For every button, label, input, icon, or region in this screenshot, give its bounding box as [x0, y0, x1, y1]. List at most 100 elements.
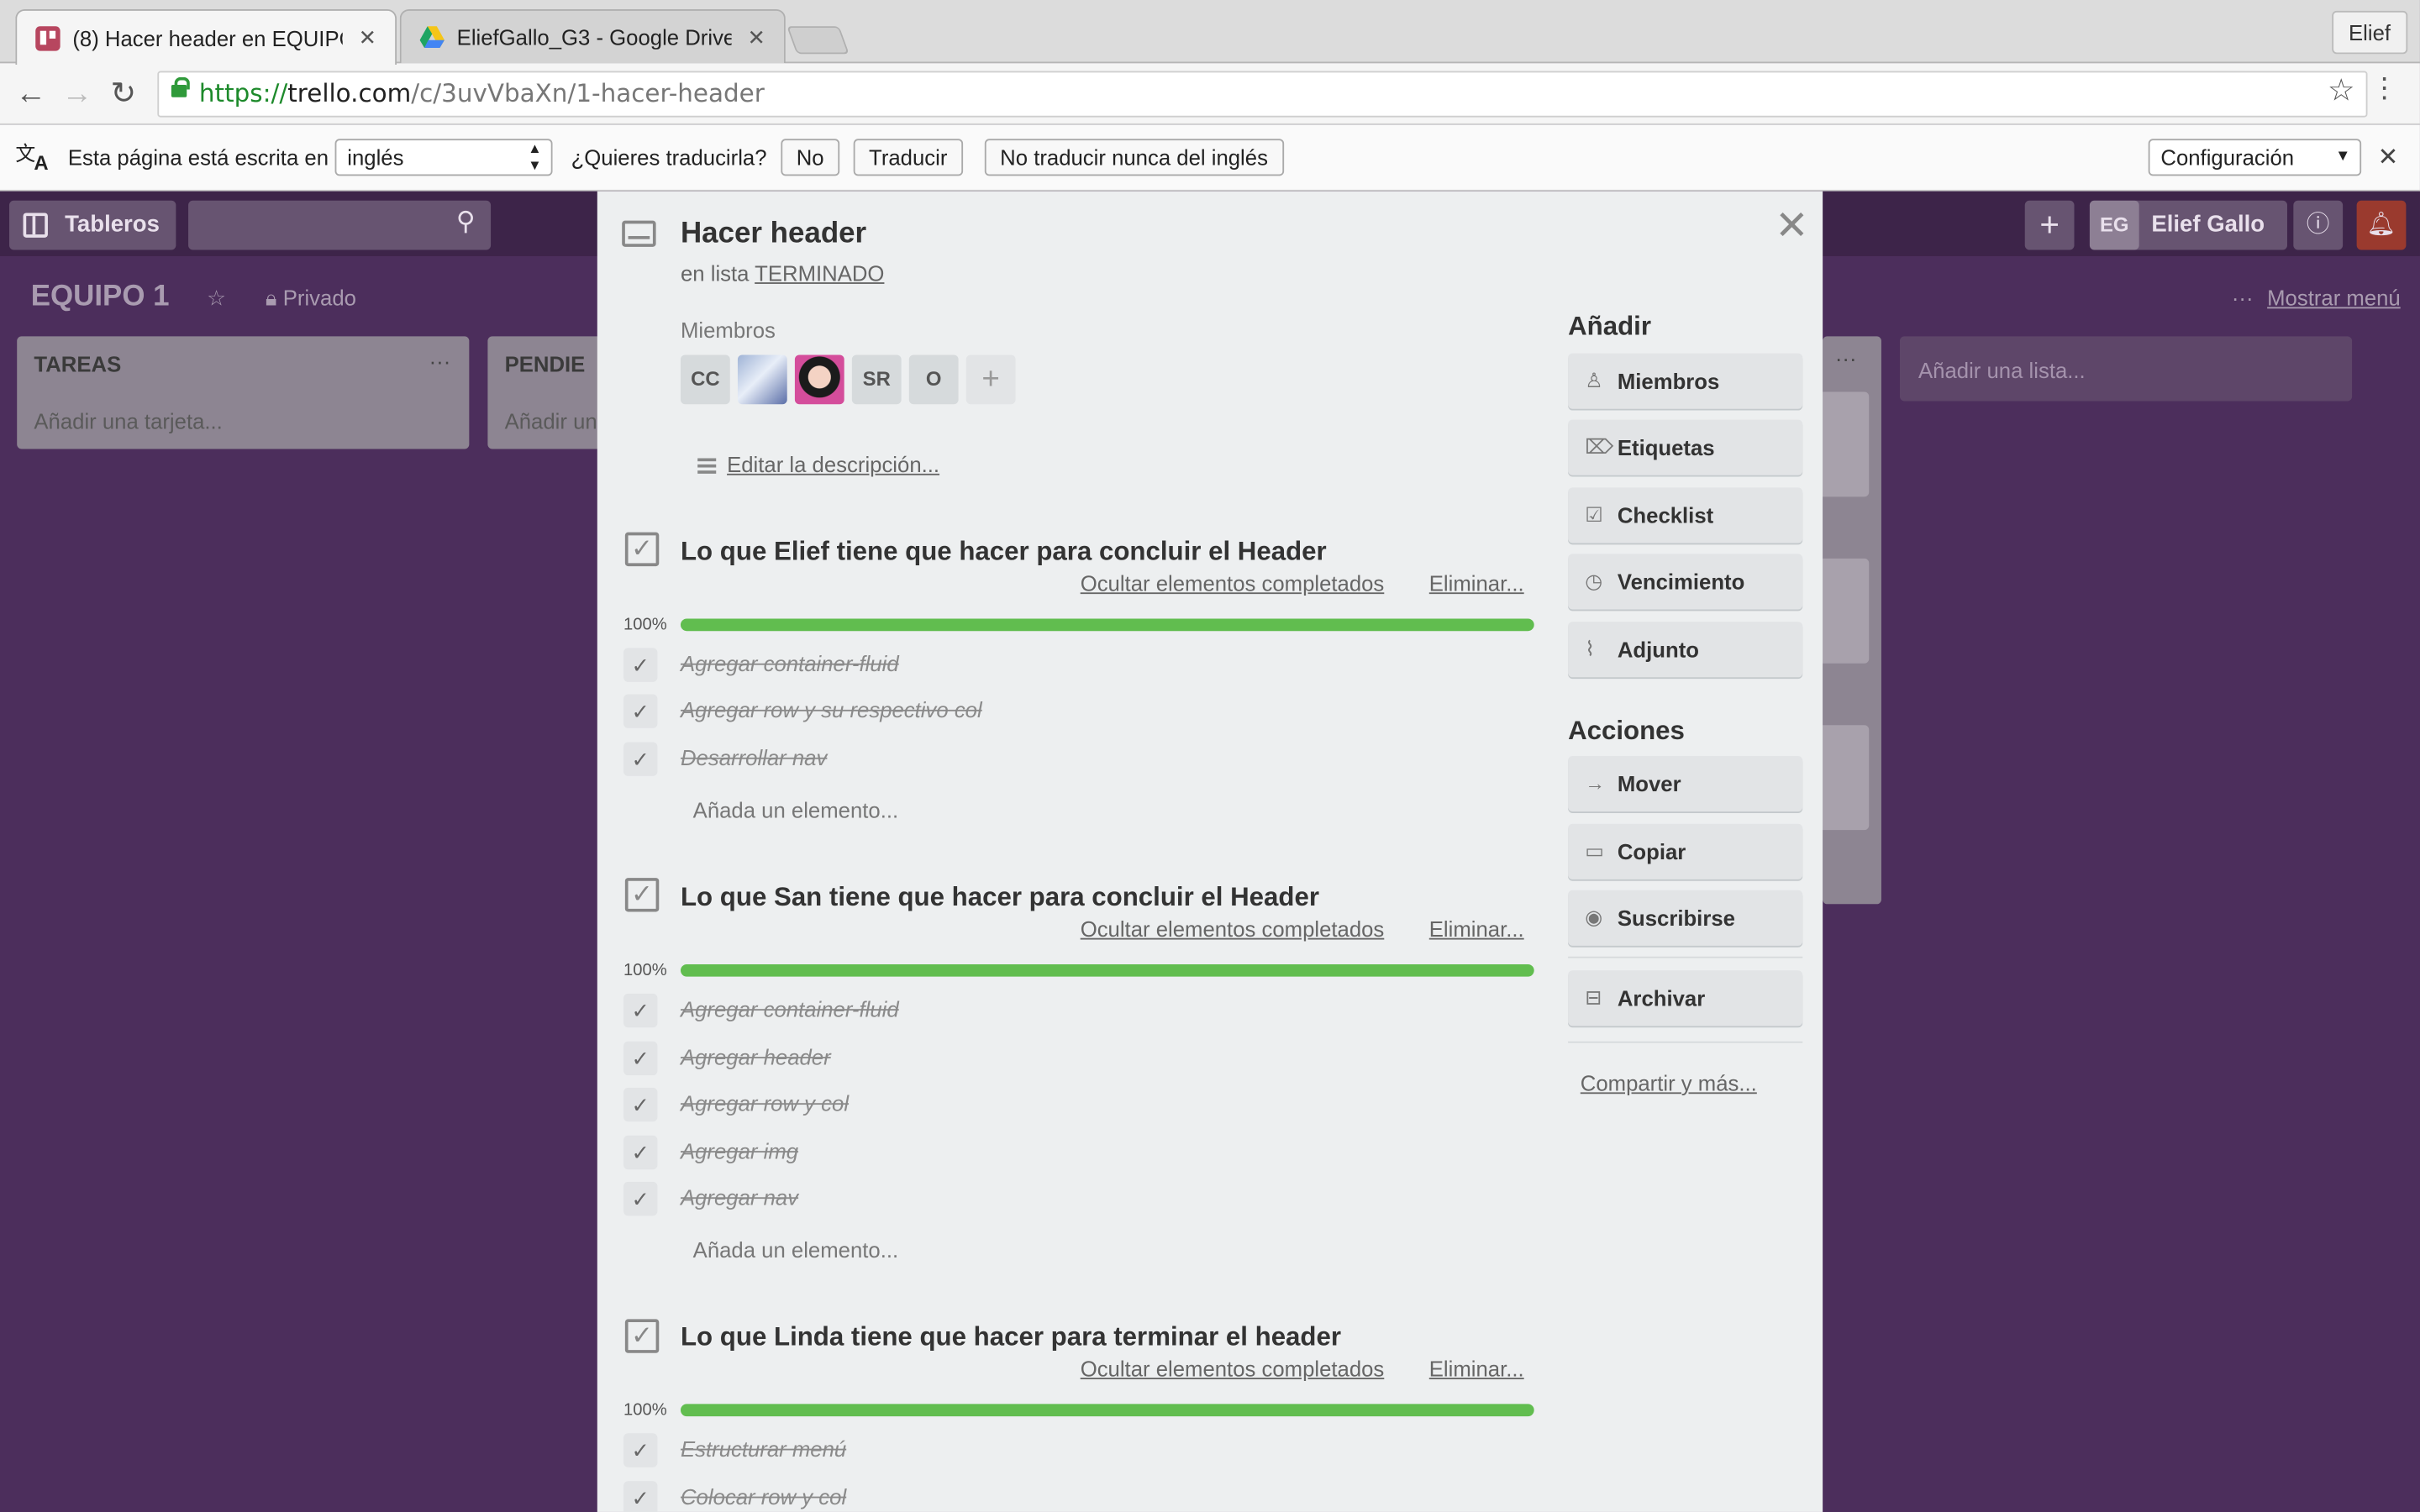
- checklist-item[interactable]: ✓ Agregar nav: [623, 1179, 1534, 1219]
- info-icon[interactable]: ⓘ: [2293, 200, 2344, 250]
- copy-button[interactable]: ▭ Copiar: [1568, 823, 1803, 879]
- clock-icon: ◷: [1585, 569, 1603, 593]
- board-search-input[interactable]: ⚲: [188, 200, 492, 250]
- checklist-title[interactable]: Lo que Elief tiene que hacer para conclu…: [681, 537, 1327, 568]
- due-date-button[interactable]: ◷ Vencimiento: [1568, 554, 1803, 610]
- url-path: /c/3uvVbaXn/1-hacer-header: [411, 78, 765, 108]
- list-menu-icon[interactable]: ···: [1835, 345, 1857, 370]
- board-title[interactable]: EQUIPO 1: [31, 281, 170, 314]
- checklist-item[interactable]: ✓ Colocar row y col: [623, 1478, 1534, 1512]
- checkbox-checked-icon[interactable]: ✓: [623, 1087, 658, 1122]
- member-avatar-photo[interactable]: [794, 354, 844, 405]
- tab-title: (8) Hacer header en EQUIPO 1: [72, 25, 343, 50]
- card-title[interactable]: Hacer header: [681, 218, 866, 251]
- checkbox-icon: ☑: [1585, 502, 1603, 527]
- user-menu-button[interactable]: EG Elief Gallo: [2089, 200, 2287, 250]
- browser-menu-icon[interactable]: ⋮: [2370, 72, 2398, 105]
- show-menu-link[interactable]: Mostrar menú: [2267, 286, 2401, 310]
- labels-button[interactable]: ⌦ Etiquetas: [1568, 419, 1803, 475]
- card-partial[interactable]: [1823, 558, 1870, 664]
- list-name-link[interactable]: TERMINADO: [755, 260, 884, 285]
- delete-checklist-link[interactable]: Eliminar...: [1429, 571, 1524, 596]
- move-button[interactable]: → Mover: [1568, 755, 1803, 812]
- member-avatar[interactable]: O: [908, 354, 959, 405]
- checklist-item[interactable]: ✓ Agregar row y col: [623, 1084, 1534, 1125]
- member-avatar[interactable]: SR: [851, 354, 902, 405]
- item-text: Agregar img: [680, 1138, 799, 1163]
- member-avatar[interactable]: CC: [680, 354, 730, 405]
- reload-icon[interactable]: ↻: [105, 76, 142, 113]
- card-partial[interactable]: [1823, 725, 1870, 831]
- checklist-item[interactable]: ✓ Agregar container-fluid: [623, 990, 1534, 1031]
- language-select[interactable]: inglés ▲ ▼: [334, 139, 553, 176]
- never-translate-button[interactable]: No traducir nunca del inglés: [984, 139, 1284, 176]
- checkbox-checked-icon[interactable]: ✓: [623, 1041, 658, 1076]
- boards-label: Tableros: [65, 211, 160, 238]
- visibility-button[interactable]: 🔒︎ Privado: [266, 286, 356, 312]
- add-item-link[interactable]: Añada un elemento...: [693, 798, 898, 822]
- add-card-link[interactable]: Añadir un: [505, 409, 597, 433]
- back-arrow-icon[interactable]: ←: [13, 76, 50, 113]
- item-text: Desarrollar nav: [680, 745, 828, 770]
- members-button[interactable]: ♙ Miembros: [1568, 353, 1803, 409]
- list-menu-icon[interactable]: ···: [429, 349, 451, 373]
- checklist-button[interactable]: ☑ Checklist: [1568, 487, 1803, 543]
- checklist-item[interactable]: ✓ Agregar img: [623, 1132, 1534, 1173]
- delete-checklist-link[interactable]: Eliminar...: [1429, 916, 1524, 941]
- hide-completed-link[interactable]: Ocultar elementos completados: [1081, 571, 1385, 596]
- checklist-item[interactable]: ✓ Agregar row y su respectivo col: [623, 691, 1534, 732]
- checklist-title[interactable]: Lo que Linda tiene que hacer para termin…: [681, 1322, 1341, 1353]
- checkbox-checked-icon[interactable]: ✓: [623, 993, 658, 1028]
- add-list-button[interactable]: Añadir una lista...: [1899, 336, 2353, 402]
- checkbox-checked-icon[interactable]: ✓: [623, 648, 658, 682]
- member-avatar-photo[interactable]: [737, 354, 787, 405]
- card-partial[interactable]: [1823, 391, 1870, 497]
- add-card-link[interactable]: Añadir una tarjeta...: [34, 409, 222, 433]
- profile-button[interactable]: Elief: [2331, 10, 2408, 55]
- more-dots-icon[interactable]: ···: [2232, 286, 2254, 310]
- checklist-item[interactable]: ✓ Agregar container-fluid: [623, 645, 1534, 685]
- add-member-plus-icon[interactable]: +: [965, 354, 1016, 405]
- boards-button[interactable]: Tableros: [9, 200, 176, 250]
- checkbox-checked-icon[interactable]: ✓: [623, 1135, 658, 1170]
- hide-completed-link[interactable]: Ocultar elementos completados: [1081, 1356, 1385, 1380]
- translate-button[interactable]: Traducir: [853, 139, 963, 176]
- archive-button[interactable]: ⊟ Archivar: [1568, 970, 1803, 1026]
- checkbox-checked-icon[interactable]: ✓: [623, 1481, 658, 1512]
- address-bar[interactable]: https://trello.com/c/3uvVbaXn/1-hacer-he…: [157, 71, 2368, 118]
- checkbox-checked-icon[interactable]: ✓: [623, 1181, 658, 1216]
- progress-percent: 100%: [623, 615, 667, 634]
- checklist-item[interactable]: ✓ Agregar header: [623, 1038, 1534, 1079]
- checkbox-checked-icon[interactable]: ✓: [623, 742, 658, 776]
- subscribe-button[interactable]: ◉ Suscribirse: [1568, 890, 1803, 946]
- checklist-item[interactable]: ✓ Desarrollar nav: [623, 739, 1534, 780]
- settings-select[interactable]: Configuración ▼: [2148, 139, 2362, 176]
- tab-google-drive[interactable]: EliefGallo_G3 - Google Drive ✕: [399, 9, 786, 64]
- checkbox-checked-icon[interactable]: ✓: [623, 694, 658, 728]
- card-copy-icon: ▭: [1585, 839, 1604, 863]
- attachment-button[interactable]: ⌇ Adjunto: [1568, 622, 1803, 678]
- star-board-icon[interactable]: ☆: [207, 286, 226, 312]
- checklist-item[interactable]: ✓ Estructurar menú: [623, 1431, 1534, 1471]
- button-label: Copiar: [1617, 839, 1686, 864]
- close-icon[interactable]: ✕: [1775, 202, 1808, 250]
- no-button[interactable]: No: [781, 139, 839, 176]
- add-item-link[interactable]: Añada un elemento...: [693, 1237, 898, 1262]
- close-tab-icon[interactable]: ✕: [359, 24, 377, 50]
- create-plus-icon[interactable]: +: [2024, 200, 2075, 250]
- bookmark-star-icon[interactable]: ☆: [2328, 71, 2355, 109]
- hide-completed-link[interactable]: Ocultar elementos completados: [1081, 916, 1385, 941]
- checkbox-checked-icon[interactable]: ✓: [623, 1433, 658, 1467]
- checklist-title[interactable]: Lo que San tiene que hacer para concluir…: [681, 883, 1319, 914]
- new-tab-button[interactable]: [786, 26, 850, 55]
- delete-checklist-link[interactable]: Eliminar...: [1429, 1356, 1524, 1380]
- close-tab-icon[interactable]: ✕: [747, 24, 765, 50]
- share-and-more-link[interactable]: Compartir y más...: [1581, 1071, 1757, 1095]
- forward-arrow-icon[interactable]: →: [59, 76, 96, 113]
- edit-description-link[interactable]: Editar la descripción...: [727, 452, 939, 476]
- close-translate-icon[interactable]: ✕: [2378, 142, 2399, 173]
- button-label: Vencimiento: [1617, 569, 1745, 595]
- tab-trello[interactable]: (8) Hacer header en EQUIPO 1 ✕: [15, 9, 397, 66]
- checklist-icon: ✓: [624, 532, 660, 567]
- notification-bell-icon[interactable]: 🔔︎: [2356, 200, 2407, 250]
